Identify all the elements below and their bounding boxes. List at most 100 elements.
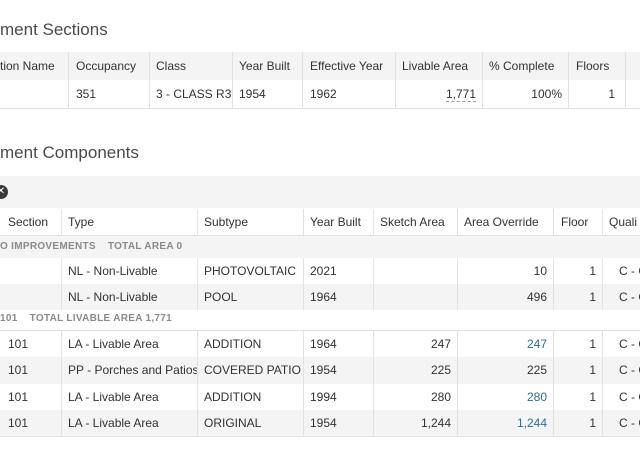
row-floor: 1 (589, 290, 596, 304)
group-header: O IMPROVEMENTS TOTAL AREA 0 (0, 236, 640, 258)
col-divider (457, 258, 458, 310)
col-divider (303, 331, 304, 436)
row-subtype: ADDITION (204, 337, 262, 351)
row-floor: 1 (589, 416, 596, 430)
row-floor: 1 (589, 264, 596, 278)
row-subtype: COVERED PATIO (204, 363, 301, 377)
sections-row[interactable]: 351 3 - CLASS R3 1954 1962 1,771 100% 1 (0, 80, 640, 108)
row-subtype: PHOTOVOLTAIC (204, 264, 297, 278)
col-occupancy[interactable]: Occupancy (76, 53, 148, 79)
col-divider (625, 52, 626, 108)
col-divider (395, 52, 396, 108)
col-year-built[interactable]: Year Built (310, 209, 372, 235)
row-area-override[interactable]: 1,244 (464, 410, 547, 436)
row-subtype: POOL (204, 290, 238, 304)
components-toolbar: ✕ (0, 176, 640, 208)
row-section: 101 (8, 390, 29, 404)
row-year: 1954 (310, 363, 337, 377)
row-type: NL - Non-Livable (68, 264, 158, 278)
row-area-override: 10 (533, 264, 547, 278)
col-divider (457, 209, 458, 236)
row-floor: 1 (589, 337, 596, 351)
col-divider (602, 331, 603, 436)
col-divider (373, 258, 374, 310)
col-year-built[interactable]: Year Built (239, 53, 301, 79)
col-divider (457, 331, 458, 436)
table-row[interactable]: 101 LA - Livable Area ADDITION 1964 247 … (0, 331, 640, 357)
row-sketch-area: 247 (430, 337, 451, 351)
col-divider (602, 258, 603, 310)
row-floor: 1 (589, 363, 596, 377)
col-sketch-area[interactable]: Sketch Area (380, 209, 456, 235)
table-row[interactable]: 101 LA - Livable Area ORIGINAL 1954 1,24… (0, 410, 640, 436)
row-quality: C - Co (619, 264, 640, 278)
row-type: PP - Porches and Patios (68, 363, 198, 377)
col-quality[interactable]: Quali (609, 209, 640, 235)
row-year: 1954 (310, 416, 337, 430)
row-year: 1964 (310, 290, 337, 304)
col-floor[interactable]: Floor (561, 209, 603, 235)
effective-year-value: 1962 (310, 87, 337, 101)
table-row[interactable]: NL - Non-Livable PHOTOVOLTAIC 2021 10 1 … (0, 258, 640, 284)
col-divider (482, 52, 483, 108)
row-type: LA - Livable Area (68, 416, 159, 430)
table-row[interactable]: NL - Non-Livable POOL 1964 496 1 C - Co (0, 284, 640, 310)
group-total: TOTAL LIVABLE AREA 1,771 (29, 313, 173, 324)
col-percent-complete[interactable]: % Complete (489, 53, 569, 79)
row-section: 101 (8, 337, 29, 351)
table-row[interactable]: 101 LA - Livable Area ADDITION 1994 280 … (0, 384, 640, 410)
col-area-override[interactable]: Area Override (464, 209, 552, 235)
col-divider (568, 52, 569, 108)
col-divider (61, 258, 62, 310)
components-header-row: Section Type Subtype Year Built Sketch A… (0, 209, 640, 235)
col-divider (303, 258, 304, 310)
col-divider (302, 52, 303, 108)
table-row[interactable]: 101 PP - Porches and Patios COVERED PATI… (0, 357, 640, 384)
percent-complete-value: 100% (531, 87, 562, 101)
class-value: 3 - CLASS R3 (156, 87, 232, 101)
col-divider (553, 209, 554, 236)
col-divider (232, 52, 233, 108)
col-divider (61, 209, 62, 236)
col-divider (602, 209, 603, 236)
row-year: 1994 (310, 390, 337, 404)
col-divider (373, 209, 374, 236)
livable-area-cell: 1,771 (402, 80, 476, 108)
row-area-override[interactable]: 280 (464, 384, 547, 410)
col-divider (553, 331, 554, 436)
col-floors[interactable]: Floors (576, 53, 626, 79)
row-section: 101 (8, 363, 29, 377)
sections-bottom-border (0, 108, 640, 109)
col-section-name[interactable]: tion Name (0, 53, 64, 79)
col-divider (197, 331, 198, 436)
table-bottom-border (0, 436, 640, 437)
row-quality: C - Co (619, 390, 640, 404)
row-sketch-area: 225 (430, 363, 451, 377)
col-section[interactable]: Section (8, 209, 60, 235)
row-type: NL - Non-Livable (68, 290, 158, 304)
row-sketch-area: 1,244 (420, 416, 451, 430)
col-class[interactable]: Class (156, 53, 228, 79)
row-type: LA - Livable Area (68, 337, 159, 351)
livable-area-value[interactable]: 1,771 (445, 87, 476, 102)
row-subtype: ORIGINAL (204, 416, 262, 430)
col-divider (149, 52, 150, 108)
row-sketch-area: 280 (430, 390, 451, 404)
col-type[interactable]: Type (68, 209, 194, 235)
col-effective-year[interactable]: Effective Year (310, 53, 394, 79)
group-total: TOTAL AREA 0 (107, 241, 183, 252)
row-quality: C - Co (619, 363, 640, 377)
row-area-override[interactable]: 247 (464, 331, 547, 357)
col-livable-area[interactable]: Livable Area (402, 53, 480, 79)
col-divider (61, 331, 62, 436)
year-built-value: 1954 (239, 87, 266, 101)
row-area-override: 496 (526, 290, 547, 304)
sections-header-row: tion Name Occupancy Class Year Built Eff… (0, 52, 640, 80)
row-year: 1964 (310, 337, 337, 351)
col-divider (197, 258, 198, 310)
row-area-override: 225 (526, 363, 547, 377)
col-subtype[interactable]: Subtype (204, 209, 300, 235)
clear-icon[interactable]: ✕ (0, 185, 8, 199)
row-quality: C - Co (619, 416, 640, 430)
row-quality: C - Co (619, 290, 640, 304)
